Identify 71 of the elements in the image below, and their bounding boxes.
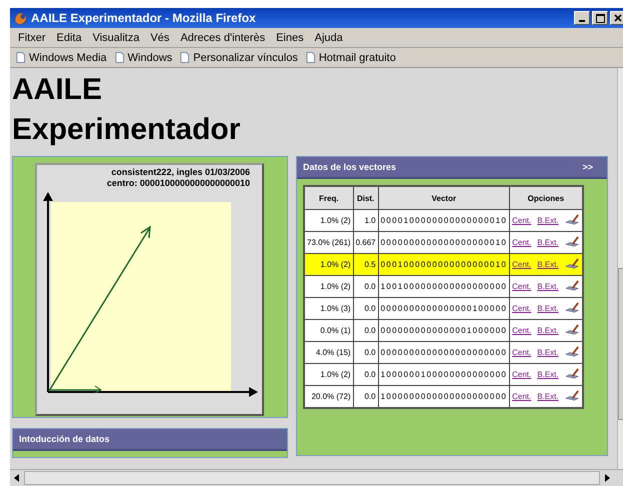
table-row[interactable]: 1.0% (2) 0.0 1001000000000000000000 Cent. B.Ext. <box>304 276 583 298</box>
table-row[interactable]: 1.0% (3) 0.0 0000000000000000100000 Cent. B.Ext. <box>304 298 583 320</box>
table-cell: 0.0 <box>353 342 378 364</box>
option-link[interactable]: B.Ext. <box>537 348 559 357</box>
plot-center-label: centro: 0000100000000000000010 <box>106 178 251 189</box>
table-cell: 0.0% (1) <box>304 320 354 342</box>
column-header: Freq. <box>304 186 354 210</box>
table-cell: 0000000000000001000000 <box>378 320 510 342</box>
option-link[interactable]: B.Ext. <box>537 260 559 269</box>
table-row[interactable]: 1.0% (2) 0.5 0001000000000000000010 Cent. B.Ext. <box>304 254 583 276</box>
menu-item[interactable]: Fitxer <box>18 32 46 44</box>
table-cell: 4.0% (15) <box>304 342 354 364</box>
table-cell: 1.0% (2) <box>304 276 354 298</box>
table-cell: 0000000000000000100000 <box>378 298 510 320</box>
option-link[interactable]: B.Ext. <box>537 238 559 247</box>
column-header: Dist. <box>353 186 378 210</box>
table-cell: 0.0 <box>353 298 378 320</box>
table-cell: 0000000000000000000000 <box>378 342 510 364</box>
option-link[interactable]: Cent. <box>512 238 532 247</box>
option-link[interactable]: B.Ext. <box>537 392 559 401</box>
table-row[interactable]: 20.0% (72) 0.0 1000000000000000000000 Cent. B.Ext. <box>304 386 583 408</box>
option-link[interactable]: Cent. <box>512 326 532 335</box>
menu-item[interactable]: Visualitza <box>92 32 140 44</box>
window-title: AAILE Experimentador - Mozilla Firefox <box>31 11 257 25</box>
menu-item[interactable]: Edita <box>56 32 82 44</box>
table-cell: 0.5 <box>353 254 378 276</box>
panel-title: Datos de los vectores <box>303 162 396 172</box>
page-heading: AAILE <box>12 72 102 108</box>
table-cell: 0000100000000000000010 <box>378 210 510 232</box>
table-row[interactable]: 1.0% (2) 0.0 1000000100000000000000 Cent. B.Ext. <box>304 364 583 386</box>
column-header: Opciones <box>510 186 583 210</box>
table-cell: 0001000000000000000010 <box>378 254 510 276</box>
table-cell: 1000000100000000000000 <box>378 364 510 386</box>
option-link[interactable]: Cent. <box>512 392 532 401</box>
table-cell: 1.0% (2) <box>304 254 354 276</box>
table-cell: 1000000000000000000000 <box>378 386 510 408</box>
table-cell: 1.0% (2) <box>304 210 354 232</box>
menu-item[interactable]: Eines <box>276 32 304 44</box>
table-cell: 0.0 <box>353 364 378 386</box>
menu-item[interactable]: Adreces d'interès <box>180 32 266 44</box>
option-link[interactable]: B.Ext. <box>537 282 559 291</box>
table-row[interactable]: 4.0% (15) 0.0 0000000000000000000000 Cent. B.Ext. <box>304 342 583 364</box>
column-header: Vector <box>378 186 510 210</box>
table-row[interactable]: 1.0% (2) 1.0 0000100000000000000010 Cent. B.Ext. <box>304 210 583 232</box>
table-row[interactable]: 0.0% (1) 0.0 0000000000000001000000 Cent. B.Ext. <box>304 320 583 342</box>
menu-item[interactable]: Vés <box>150 32 170 44</box>
bookmark-link[interactable]: Hotmail gratuito <box>306 52 396 64</box>
menu-item[interactable]: Ajuda <box>314 32 343 44</box>
option-link[interactable]: Cent. <box>512 370 532 379</box>
panel-title: Intoducción de datos <box>19 434 110 444</box>
table-cell: 1.0 <box>353 210 378 232</box>
table-cell: 0.0 <box>353 320 378 342</box>
table-cell: 1001000000000000000000 <box>378 276 510 298</box>
option-link[interactable]: B.Ext. <box>537 304 559 313</box>
option-link[interactable]: B.Ext. <box>537 370 559 379</box>
page-heading: Experimentador <box>12 112 240 148</box>
option-link[interactable]: B.Ext. <box>537 216 559 225</box>
bookmark-link[interactable]: Windows Media <box>16 52 107 64</box>
option-link[interactable]: B.Ext. <box>537 326 559 335</box>
bookmark-link[interactable]: Personalizar vínculos <box>180 52 298 64</box>
table-cell: 1.0% (3) <box>304 298 354 320</box>
option-link[interactable]: Cent. <box>512 216 532 225</box>
option-link[interactable]: Cent. <box>512 348 532 357</box>
option-link[interactable]: Cent. <box>512 304 532 313</box>
table-cell: 1.0% (2) <box>304 364 354 386</box>
table-cell: 0.0 <box>353 276 378 298</box>
expand-link[interactable]: >> <box>582 162 593 172</box>
option-link[interactable]: Cent. <box>512 282 532 291</box>
bookmark-link[interactable]: Windows <box>114 52 172 64</box>
plot-caption: consistent222, ingles 01/03/2006 <box>110 167 251 178</box>
option-link[interactable]: Cent. <box>512 260 532 269</box>
